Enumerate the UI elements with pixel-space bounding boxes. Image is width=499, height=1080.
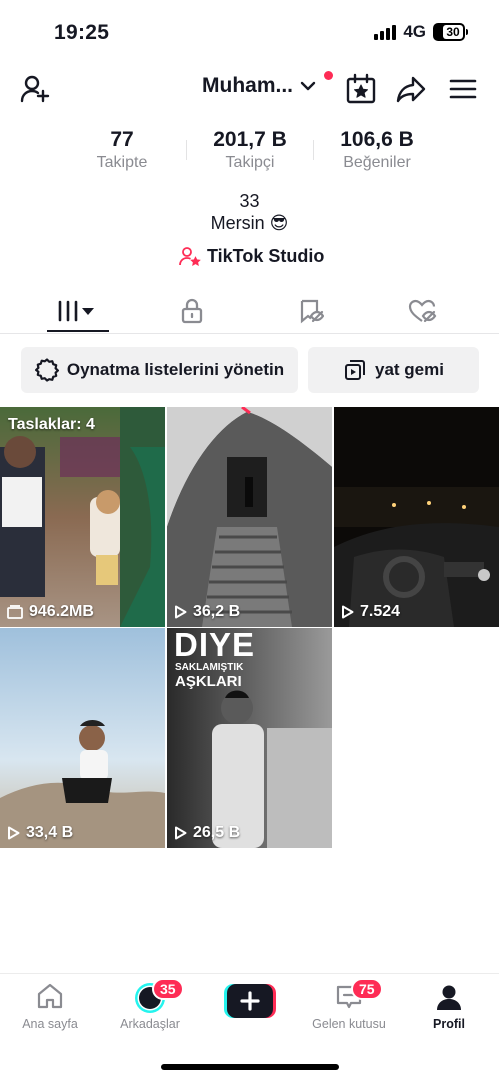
storage-icon: [7, 605, 23, 619]
profile-tabs: [0, 290, 499, 334]
likes-label: Beğeniler: [343, 154, 411, 171]
chevron-down-icon: [300, 81, 316, 91]
notification-dot: [324, 71, 333, 80]
followers-label: Takipçi: [225, 154, 275, 171]
nav-friends[interactable]: 35 Arkadaşlar: [100, 978, 200, 1031]
home-indicator: [161, 1064, 339, 1070]
play-icon: [342, 605, 354, 619]
stat-divider: [313, 140, 314, 160]
add-user-icon[interactable]: [18, 72, 52, 106]
profile-stats: 77 Takipte 201,7 B Takipçi 106,6 B Beğen…: [0, 128, 499, 176]
liked-icon: [408, 299, 437, 323]
home-icon: [37, 983, 63, 1009]
profile-icon: [437, 985, 461, 1010]
bio-location: Mersin 😎: [210, 213, 289, 233]
videos-grid-icon: [58, 300, 94, 322]
share-icon[interactable]: [394, 72, 428, 106]
bottom-navigation: Ana sayfa 35 Arkadaşlar 75 Gelen kutusu: [0, 973, 499, 1080]
nav-profile-label: Profil: [433, 1017, 465, 1031]
tab-videos[interactable]: [48, 294, 108, 328]
nav-inbox-label: Gelen kutusu: [312, 1017, 386, 1031]
status-indicators: 4G 30: [374, 22, 468, 42]
followers-stat[interactable]: 201,7 B Takipçi: [199, 128, 301, 172]
view-count: 7.524: [341, 603, 400, 621]
video-image: [167, 407, 332, 627]
nav-home-label: Ana sayfa: [22, 1017, 78, 1031]
yat-gemi-playlist-button[interactable]: yat gemi: [308, 347, 479, 393]
play-icon: [8, 826, 20, 840]
video-thumbnail[interactable]: 7.524: [334, 407, 499, 627]
friends-badge: 35: [152, 978, 184, 1000]
nav-friends-label: Arkadaşlar: [120, 1017, 180, 1031]
menu-icon[interactable]: [446, 72, 480, 106]
video-thumbnail[interactable]: 36,2 B: [167, 407, 332, 627]
saved-icon: [300, 299, 324, 324]
play-icon: [175, 605, 187, 619]
thumbnail-subtitle-1: SAKLAMIŞTIK: [175, 662, 244, 673]
video-image: [0, 628, 165, 848]
nav-inbox[interactable]: 75 Gelen kutusu: [299, 978, 399, 1031]
play-icon: [175, 826, 187, 840]
status-time: 19:25: [54, 21, 110, 44]
studio-user-icon: [179, 247, 201, 266]
signal-icon: [374, 24, 397, 40]
playlist-icon: [345, 360, 365, 380]
view-count: 33,4 B: [7, 824, 73, 842]
stat-divider: [186, 140, 187, 160]
thumbnail-title: DIYE: [174, 628, 256, 663]
username: Muham...: [202, 74, 294, 97]
profile-header: Muham...: [0, 66, 499, 112]
video-thumbnail[interactable]: DIYE SAKLAMIŞTIK AŞKLARI 26,5 B: [167, 628, 332, 848]
tab-saved[interactable]: [280, 294, 340, 328]
inbox-badge: 75: [351, 978, 383, 1000]
tiktok-studio-link[interactable]: TikTok Studio: [179, 245, 324, 267]
network-type: 4G: [403, 22, 426, 41]
status-bar: 19:25 4G 30: [0, 0, 499, 66]
view-count: 36,2 B: [174, 603, 240, 621]
nav-create[interactable]: [200, 982, 300, 1023]
view-count: 26,5 B: [174, 824, 240, 842]
yat-gemi-label: yat gemi: [375, 360, 444, 379]
nav-profile[interactable]: Profil: [399, 982, 499, 1031]
drafts-count-label: Taslaklar: 4: [8, 416, 95, 433]
studio-label: TikTok Studio: [207, 245, 325, 266]
manage-playlists-label: Oynatma listelerini yönetin: [66, 360, 285, 379]
active-tab-indicator: [47, 330, 109, 332]
following-label: Takipte: [96, 154, 148, 171]
lock-icon: [181, 298, 203, 324]
tab-private[interactable]: [162, 294, 222, 328]
thumbnail-subtitle-2: AŞKLARI: [175, 673, 242, 690]
create-plus-icon: [224, 984, 276, 1018]
playlist-gear-icon: [34, 358, 59, 382]
manage-playlists-button[interactable]: Oynatma listelerini yönetin: [21, 347, 298, 393]
following-count: 77: [110, 128, 134, 151]
likes-count: 106,6 B: [340, 128, 414, 151]
likes-stat[interactable]: 106,6 B Beğeniler: [326, 128, 428, 172]
video-image: [334, 407, 499, 627]
tab-liked[interactable]: [392, 294, 452, 328]
drafts-thumbnail[interactable]: Taslaklar: 4 946.2MB: [0, 407, 165, 627]
following-stat[interactable]: 77 Takipte: [82, 128, 162, 172]
bio-age: 33: [239, 191, 260, 211]
battery-level: 30: [443, 25, 463, 39]
followers-count: 201,7 B: [213, 128, 287, 151]
drafts-image: [0, 407, 165, 627]
video-thumbnail[interactable]: 33,4 B: [0, 628, 165, 848]
drafts-size: 946.2MB: [7, 603, 94, 621]
account-switcher[interactable]: Muham...: [202, 74, 317, 98]
battery-icon: 30: [433, 23, 468, 41]
nav-home[interactable]: Ana sayfa: [0, 982, 100, 1031]
calendar-star-icon[interactable]: [344, 72, 378, 106]
